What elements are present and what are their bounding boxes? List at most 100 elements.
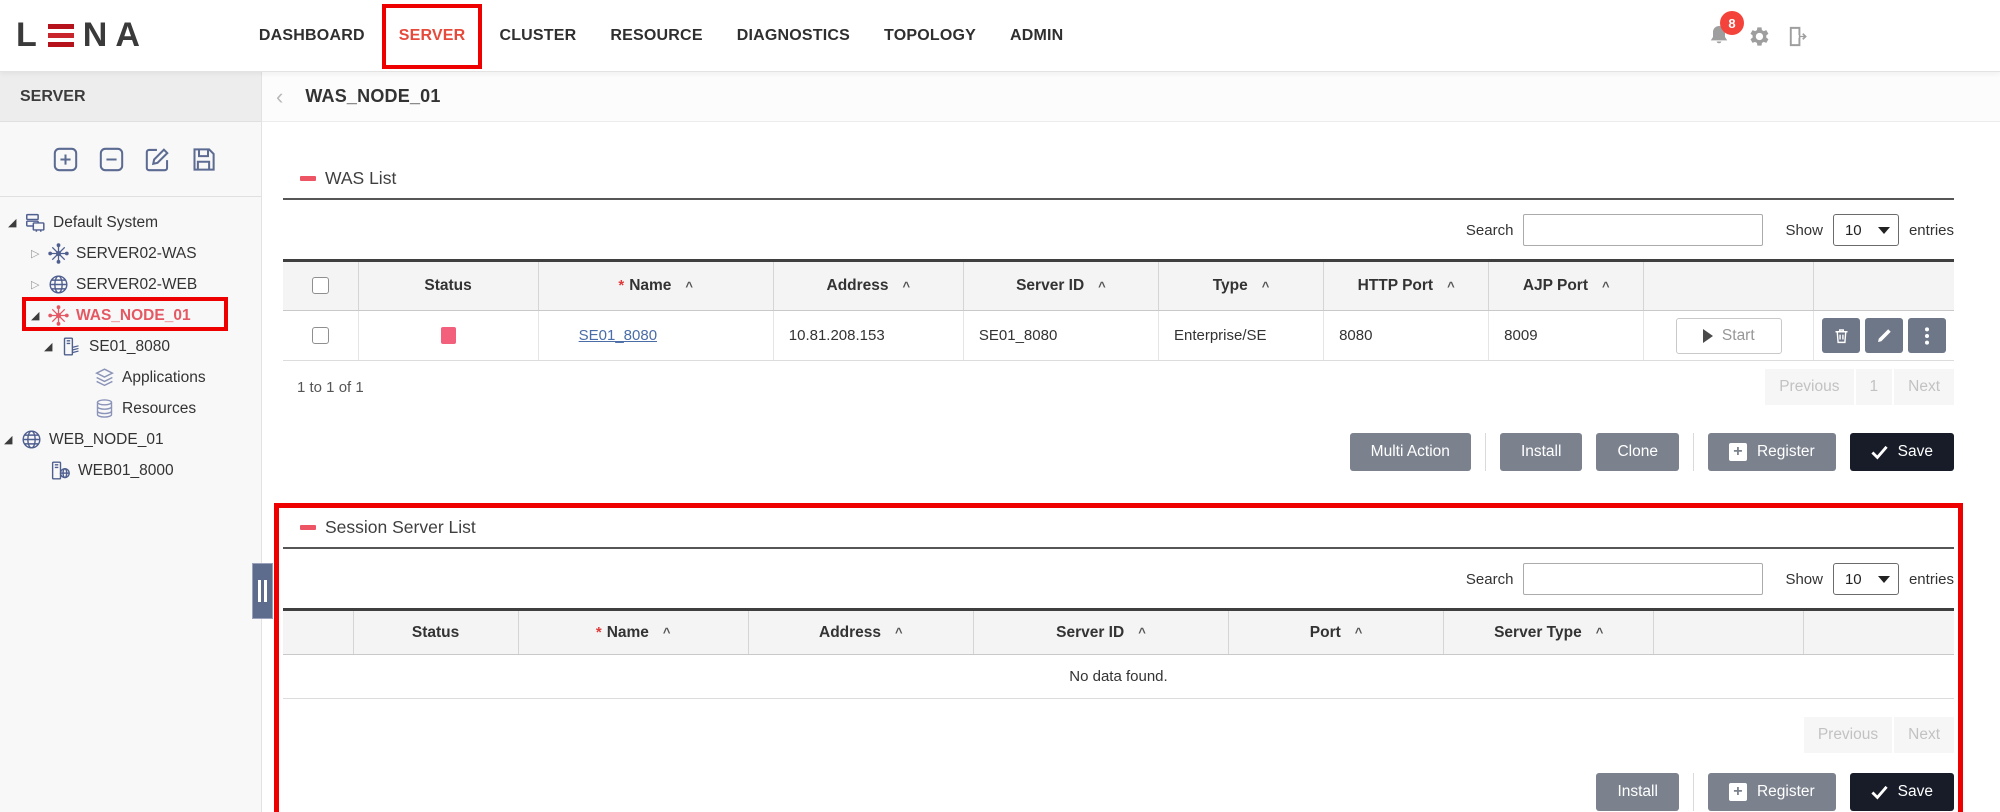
sort-caret-icon[interactable]: ^ — [1596, 625, 1604, 640]
button-separator — [1693, 773, 1694, 811]
no-data-message: No data found. — [283, 655, 1954, 699]
col-header-http-port[interactable]: HTTP Port^ — [1324, 261, 1489, 311]
tree-item-resources[interactable]: Resources — [0, 393, 261, 424]
sort-caret-icon[interactable]: ^ — [1098, 279, 1106, 294]
sort-caret-icon[interactable]: ^ — [1262, 279, 1270, 294]
sort-caret-icon[interactable]: ^ — [1138, 625, 1146, 640]
tree-remove-button[interactable] — [98, 146, 125, 178]
tree-expanded-arrow-icon[interactable]: ◢ — [44, 340, 58, 353]
nav-item-server[interactable]: SERVER — [382, 0, 483, 72]
chevron-down-icon — [1878, 576, 1890, 583]
install-button[interactable]: Install — [1500, 433, 1583, 471]
col-header-server-id[interactable]: Server ID^ — [973, 610, 1228, 655]
nav-item-cluster[interactable]: CLUSTER — [482, 0, 593, 72]
select-all-checkbox[interactable] — [312, 277, 329, 294]
sort-caret-icon[interactable]: ^ — [1447, 279, 1455, 294]
session-save-button[interactable]: Save — [1850, 773, 1954, 811]
col-header-type[interactable]: Type^ — [1158, 261, 1323, 311]
row-checkbox[interactable] — [312, 327, 329, 344]
notification-bell-icon[interactable]: 8 — [1706, 23, 1732, 49]
was-name-link[interactable]: SE01_8080 — [579, 327, 657, 344]
tree-item-default-system[interactable]: ◢ Default System — [0, 207, 261, 238]
nav-item-topology[interactable]: TOPOLOGY — [867, 0, 993, 72]
sort-caret-icon[interactable]: ^ — [1602, 279, 1610, 294]
session-search-input[interactable] — [1523, 563, 1763, 595]
logo-bars-icon — [48, 24, 74, 47]
tree-save-button[interactable] — [190, 146, 217, 178]
session-empty-row: No data found. — [283, 655, 1954, 699]
applications-layers-icon — [94, 367, 115, 388]
page-number-button[interactable]: 1 — [1856, 369, 1893, 405]
tree-item-applications[interactable]: Applications — [0, 362, 261, 393]
col-header-name[interactable]: *Name^ — [538, 261, 773, 311]
sort-caret-icon[interactable]: ^ — [663, 625, 671, 640]
tree-toolbar — [0, 122, 261, 197]
next-page-button[interactable]: Next — [1894, 369, 1954, 405]
tree-collapsed-arrow-icon[interactable]: ▷ — [31, 247, 45, 260]
sort-caret-icon[interactable]: ^ — [895, 625, 903, 640]
previous-page-button[interactable]: Previous — [1765, 369, 1853, 405]
tree-edit-button[interactable] — [144, 146, 171, 178]
tree-expanded-arrow-icon[interactable]: ◢ — [31, 309, 45, 322]
start-button[interactable]: Start — [1676, 318, 1782, 354]
session-select-header — [283, 610, 353, 655]
resources-database-icon — [94, 398, 115, 419]
tree-add-button[interactable] — [52, 146, 79, 178]
tree-item-server02-web[interactable]: ▷ SERVER02-WEB — [0, 269, 261, 300]
chevron-down-icon — [1878, 227, 1890, 234]
col-header-address[interactable]: Address^ — [773, 261, 963, 311]
collapse-panel-chevron-icon[interactable]: ‹ — [276, 84, 283, 110]
col-header-empty — [1654, 610, 1804, 655]
nav-item-dashboard[interactable]: DASHBOARD — [242, 0, 382, 72]
col-header-ajp-port[interactable]: AJP Port^ — [1489, 261, 1644, 311]
system-icon — [25, 212, 46, 233]
tree-item-se01-8080[interactable]: ◢ SE01_8080 — [0, 331, 261, 362]
nav-item-admin[interactable]: ADMIN — [993, 0, 1080, 72]
logout-door-icon[interactable] — [1784, 23, 1810, 49]
multi-action-button[interactable]: Multi Action — [1350, 433, 1471, 471]
tree-item-server02-was[interactable]: ▷ SERVER02-WAS — [0, 238, 261, 269]
tree-item-was-node-01[interactable]: ◢ WAS_NODE_01 — [0, 300, 261, 331]
session-register-button[interactable]: + Register — [1708, 773, 1836, 811]
session-list-title: Session Server List — [325, 517, 476, 538]
kebab-menu-icon — [1924, 326, 1930, 346]
was-search-input[interactable] — [1523, 214, 1763, 246]
tree-collapsed-arrow-icon[interactable]: ▷ — [31, 278, 45, 291]
previous-page-button[interactable]: Previous — [1804, 717, 1892, 753]
logo-letter: A — [115, 16, 142, 55]
session-table: Status *Name^ Address^ Server ID^ Port^ … — [283, 608, 1954, 699]
clone-button[interactable]: Clone — [1596, 433, 1679, 471]
col-header-status: Status — [358, 261, 538, 311]
more-actions-button[interactable] — [1908, 318, 1946, 353]
sort-caret-icon[interactable]: ^ — [903, 279, 911, 294]
tree-expanded-arrow-icon[interactable]: ◢ — [4, 433, 18, 446]
col-header-start — [1644, 261, 1814, 311]
save-button[interactable]: Save — [1850, 433, 1954, 471]
server-instance-icon — [61, 336, 82, 357]
col-header-port[interactable]: Port^ — [1229, 610, 1444, 655]
register-button[interactable]: + Register — [1708, 433, 1836, 471]
session-install-button[interactable]: Install — [1596, 773, 1679, 811]
settings-gear-icon[interactable] — [1745, 23, 1771, 49]
session-page-size-select[interactable]: 10 — [1833, 563, 1899, 595]
sidebar-collapse-handle[interactable] — [252, 563, 273, 619]
next-page-button[interactable]: Next — [1894, 717, 1954, 753]
nav-item-diagnostics[interactable]: DIAGNOSTICS — [720, 0, 867, 72]
col-header-server-type[interactable]: Server Type^ — [1444, 610, 1654, 655]
was-node-icon — [48, 243, 69, 264]
tree-item-web-node-01[interactable]: ◢ WEB_NODE_01 — [0, 424, 261, 455]
col-header-server-id[interactable]: Server ID^ — [963, 261, 1158, 311]
was-page-size-select[interactable]: 10 — [1833, 214, 1899, 246]
tree-item-web01-8000[interactable]: WEB01_8000 — [0, 455, 261, 486]
col-header-name[interactable]: *Name^ — [518, 610, 748, 655]
web-server-instance-icon — [50, 460, 71, 481]
was-table-row: SE01_8080 10.81.208.153 SE01_8080 Enterp… — [283, 311, 1954, 361]
tree-expanded-arrow-icon[interactable]: ◢ — [8, 216, 22, 229]
sort-caret-icon[interactable]: ^ — [1355, 625, 1363, 640]
edit-button[interactable] — [1865, 318, 1903, 353]
plus-icon: + — [1729, 783, 1747, 801]
col-header-address[interactable]: Address^ — [748, 610, 973, 655]
sort-caret-icon[interactable]: ^ — [685, 279, 693, 294]
nav-item-resource[interactable]: RESOURCE — [593, 0, 719, 72]
delete-button[interactable] — [1822, 318, 1860, 353]
